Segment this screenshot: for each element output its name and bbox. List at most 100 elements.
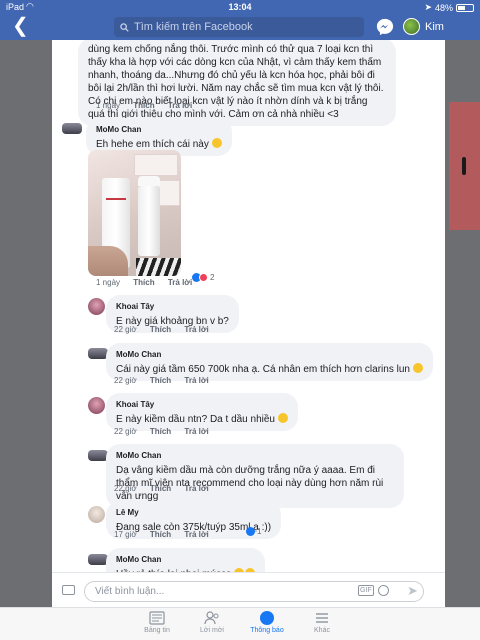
emoji-icon	[412, 363, 423, 373]
reply-link[interactable]: Trả lời	[184, 530, 208, 539]
tab-notifications[interactable]: Thông báo	[237, 611, 297, 634]
battery-fill	[458, 5, 465, 10]
reply-link[interactable]: Trả lời	[184, 325, 208, 334]
comment-author[interactable]: MoMo Chan	[96, 123, 222, 136]
messenger-icon[interactable]	[376, 18, 394, 36]
top-navbar: ❮ Tìm kiếm trên Facebook Kim	[0, 14, 480, 40]
reply-link[interactable]: Trả lời	[184, 427, 208, 436]
avatar[interactable]	[62, 123, 82, 134]
bottom-tab-bar: Bảng tin Lời mời Thông báo Khác	[0, 607, 480, 640]
comment-time: 17 giờ	[114, 530, 137, 539]
comment-time: 1 ngày	[96, 101, 121, 110]
reaction-count: 2	[210, 273, 215, 282]
like-link[interactable]: Thích	[150, 427, 171, 436]
comment-author[interactable]: Khoai Tây	[116, 398, 288, 411]
avatar[interactable]	[88, 397, 105, 414]
reply-link[interactable]: Trả lời	[168, 101, 192, 110]
search-icon	[120, 22, 129, 32]
tab-label: Thông báo	[250, 627, 284, 634]
like-link[interactable]: Thích	[150, 325, 171, 334]
send-icon[interactable]: ➤	[407, 583, 418, 599]
avatar[interactable]	[88, 450, 108, 461]
photo-box	[134, 154, 178, 176]
comment-author[interactable]: MoMo Chan	[116, 553, 255, 566]
comment-meta: 1 ngày Thích Trả lời	[96, 278, 203, 287]
comment-time: 1 ngày	[96, 278, 121, 287]
like-link[interactable]: Thích	[150, 484, 171, 493]
tube-label	[106, 198, 126, 200]
photo-finger	[88, 246, 128, 276]
search-input[interactable]: Tìm kiếm trên Facebook	[114, 17, 364, 37]
photo-zebra	[136, 258, 181, 276]
comment-text: Eh hehe em thích cái này	[96, 139, 209, 150]
reaction-count: 1	[257, 527, 262, 536]
tab-label: Khác	[314, 627, 330, 634]
reaction-summary[interactable]: 1	[246, 527, 261, 536]
like-link[interactable]: Thích	[150, 530, 171, 539]
profile-avatar[interactable]	[403, 18, 420, 35]
comments-panel[interactable]: dùng kem chống nắng thôi. Trước mình có …	[52, 40, 445, 607]
battery-icon	[456, 3, 474, 12]
avatar[interactable]	[88, 298, 105, 315]
comment-meta: 1 ngày Thích Trả lời	[96, 101, 203, 110]
friends-icon	[204, 611, 220, 625]
news-feed-icon	[149, 611, 165, 625]
photo-tube	[138, 186, 160, 256]
tab-label: Lời mời	[200, 627, 224, 634]
emoji-picker-icon[interactable]	[378, 585, 389, 596]
reply-link[interactable]: Trả lời	[184, 376, 208, 385]
like-link[interactable]: Thích	[150, 376, 171, 385]
background-card	[449, 102, 480, 230]
tab-news-feed[interactable]: Bảng tin	[127, 611, 187, 634]
camera-icon[interactable]	[62, 585, 75, 595]
comment-meta: 22 giờ Thích Trả lời	[114, 484, 220, 493]
comment-author[interactable]: Khoai Tây	[116, 300, 229, 313]
back-arrow-icon[interactable]: ❮	[12, 15, 29, 37]
comment-bubble: dùng kem chống nắng thôi. Trước mình có …	[78, 40, 396, 126]
clock: 13:04	[228, 2, 252, 12]
comment-meta: 17 giờ Thích Trả lời	[114, 530, 220, 539]
emoji-icon	[277, 413, 288, 423]
comment-author[interactable]: MoMo Chan	[116, 348, 423, 361]
photo-cap	[138, 176, 160, 186]
like-link[interactable]: Thích	[133, 278, 154, 287]
comment-meta: 22 giờ Thích Trả lời	[114, 427, 220, 436]
comment-text: Cái này giá tầm 650 700k nha ạ. Cá nhân …	[116, 364, 410, 375]
comment-time: 22 giờ	[114, 376, 137, 385]
comment-meta: 22 giờ Thích Trả lời	[114, 325, 220, 334]
globe-icon	[259, 611, 275, 625]
avatar[interactable]	[88, 554, 108, 565]
reply-link[interactable]: Trả lời	[184, 484, 208, 493]
comment-time: 22 giờ	[114, 484, 137, 493]
comment-meta: 22 giờ Thích Trả lời	[114, 376, 220, 385]
comment-author[interactable]: Lê My	[116, 506, 271, 519]
avatar[interactable]	[88, 348, 108, 359]
comment-photo[interactable]	[88, 150, 181, 276]
battery-group: ➤ 48%	[424, 2, 474, 13]
tab-friend-requests[interactable]: Lời mời	[182, 611, 242, 634]
battery-percent: 48%	[434, 2, 453, 13]
location-icon: ➤	[424, 2, 432, 12]
reply-link[interactable]: Trả lời	[168, 278, 192, 287]
comment-bubble: MoMo Chan Dạ vâng kiềm dầu mà còn dưỡng …	[106, 444, 404, 508]
tab-label: Bảng tin	[144, 627, 170, 634]
menu-icon	[314, 611, 330, 625]
like-link[interactable]: Thích	[133, 101, 154, 110]
status-bar: iPad ◠ 13:04 ➤ 48%	[0, 0, 480, 14]
comment-text: E này kiềm dầu ntn? Da t dầu nhiều	[116, 414, 275, 425]
background-mark	[462, 157, 466, 175]
comment-time: 22 giờ	[114, 427, 137, 436]
avatar[interactable]	[88, 506, 105, 523]
search-placeholder: Tìm kiếm trên Facebook	[134, 21, 253, 33]
comment-time: 22 giờ	[114, 325, 137, 334]
comment-author[interactable]: MoMo Chan	[116, 449, 394, 462]
profile-name[interactable]: Kim	[425, 21, 444, 33]
emoji-icon	[211, 138, 222, 148]
gif-button[interactable]: GIF	[358, 585, 374, 596]
comment-composer: Viết bình luận... GIF ➤	[52, 572, 445, 607]
comment-bubble: Khoai Tây E này kiềm dầu ntn? Da t dầu n…	[106, 393, 298, 431]
like-reaction-icon	[246, 527, 255, 536]
tab-more[interactable]: Khác	[292, 611, 352, 634]
comment-placeholder: Viết bình luận...	[95, 586, 165, 597]
globe-shape	[260, 611, 274, 625]
